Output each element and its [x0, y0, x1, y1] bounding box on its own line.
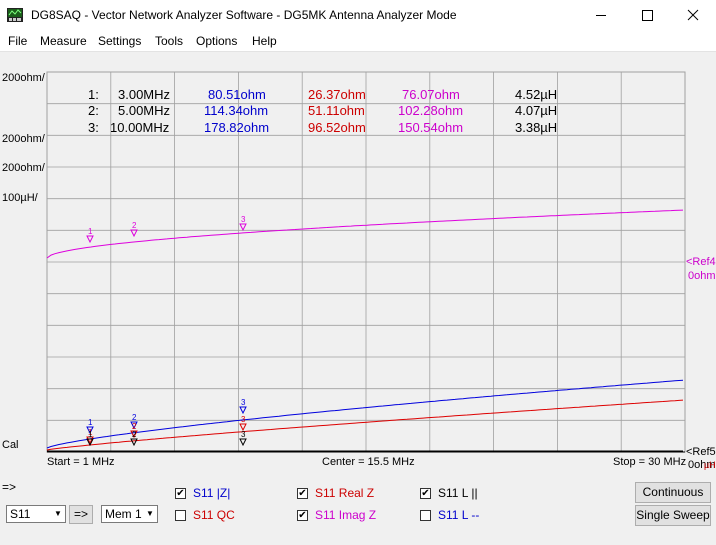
menu-help[interactable]: Help: [252, 34, 277, 48]
trace-l-series-label: S11 L --: [438, 508, 480, 522]
s-param-select[interactable]: S11 ▼: [6, 505, 66, 523]
stop-freq-label: Stop = 30 MHz: [613, 456, 687, 468]
marker-real-z: 96.52ohm: [308, 120, 366, 135]
ref4-value: 0ohm: [688, 270, 716, 282]
marker-tag: 2: [132, 413, 137, 422]
marker-freq: 3.00MHz: [118, 87, 171, 102]
trace-imag-z-label: S11 Imag Z: [315, 508, 377, 522]
memory-select[interactable]: Mem 1 ▼: [101, 505, 158, 523]
s-param-select-value: S11: [10, 507, 31, 521]
menu-bar: File Measure Settings Tools Options Help: [0, 31, 716, 52]
imag-scale-label: 200ohm/: [2, 162, 45, 174]
marker-row-1: 1: 3.00MHz 80.51ohm 26.37ohm 76.07ohm 4.…: [0, 87, 716, 103]
trace-l-series-checkbox[interactable]: [420, 510, 431, 521]
marker-imag-z: 150.54ohm: [398, 120, 464, 135]
memory-select-value: Mem 1: [105, 507, 142, 521]
marker-tag: 2: [132, 221, 137, 230]
marker-abs-z: 80.51ohm: [208, 87, 266, 102]
close-icon: [687, 9, 699, 21]
marker-id: 2:: [88, 103, 99, 118]
menu-options[interactable]: Options: [196, 34, 237, 48]
trace-abs-z-label: S11 |Z|: [193, 486, 231, 500]
trace-imag-z-checkbox[interactable]: ✔: [297, 510, 308, 521]
maximize-icon: [642, 10, 653, 21]
center-freq-label: Center = 15.5 MHz: [322, 456, 415, 468]
marker-tag: 1: [88, 227, 93, 236]
marker-tag: 3: [241, 398, 246, 407]
marker-tag: 1: [88, 418, 93, 427]
marker-id: 1:: [88, 87, 99, 102]
trace-l-parallel-label: S11 L ||: [438, 486, 478, 500]
menu-file[interactable]: File: [8, 34, 27, 48]
marker-freq: 10.00MHz: [110, 120, 170, 135]
ref5-unit: µH: [704, 460, 716, 470]
trace-l-parallel-checkbox[interactable]: ✔: [420, 488, 431, 499]
menu-measure[interactable]: Measure: [40, 34, 87, 48]
marker-l: 4.07µH: [515, 103, 558, 118]
marker-tag: 3: [241, 215, 246, 224]
ref5-label: <Ref5: [686, 446, 716, 458]
marker-real-z: 26.37ohm: [308, 87, 366, 102]
z-scale-label: 200ohm/: [2, 72, 45, 84]
marker-tag: 3: [241, 415, 246, 424]
trace-qc-checkbox[interactable]: [175, 510, 186, 521]
chevron-down-icon: ▼: [146, 509, 154, 518]
chevron-down-icon: ▼: [54, 509, 62, 518]
start-freq-label: Start = 1 MHz: [47, 456, 115, 468]
trace-real-z-label: S11 Real Z: [315, 486, 375, 500]
single-sweep-button[interactable]: Single Sweep: [635, 505, 711, 526]
marker-abs-z: 178.82ohm: [204, 120, 270, 135]
menu-tools[interactable]: Tools: [155, 34, 183, 48]
marker-tag: 3: [241, 430, 246, 439]
continuous-button[interactable]: Continuous: [635, 482, 711, 503]
marker-imag-z: 102.28ohm: [398, 103, 464, 118]
title-bar: DG8SAQ - Vector Network Analyzer Softwar…: [0, 0, 716, 31]
arrow-label: =>: [2, 480, 17, 494]
marker-id: 3:: [88, 120, 99, 135]
trace-real-z-checkbox[interactable]: ✔: [297, 488, 308, 499]
trace-abs-z-checkbox[interactable]: ✔: [175, 488, 186, 499]
marker-l: 3.38µH: [515, 120, 558, 135]
ref4-label: <Ref4: [686, 256, 716, 268]
marker-row-3: 3: 10.00MHz 178.82ohm 96.52ohm 150.54ohm…: [0, 120, 716, 136]
marker-abs-z: 114.34ohm: [204, 103, 269, 118]
cal-label: Cal: [2, 439, 19, 451]
minimize-icon: [596, 15, 606, 16]
marker-tag: 2: [132, 430, 137, 439]
marker-l: 4.52µH: [515, 87, 558, 102]
maximize-button[interactable]: [624, 0, 670, 31]
marker-imag-z: 76.07ohm: [402, 87, 460, 102]
minimize-button[interactable]: [578, 0, 624, 31]
marker-real-z: 51.11ohm: [308, 103, 365, 118]
close-button[interactable]: [670, 0, 716, 31]
trace-qc-label: S11 QC: [193, 508, 235, 522]
l-scale-label: 100µH/: [2, 192, 38, 204]
plot-area[interactable]: 123123123123 200ohm/ 200ohm/ 200ohm/ 100…: [0, 52, 716, 471]
marker-row-2: 2: 5.00MHz 114.34ohm 51.11ohm 102.28ohm …: [0, 103, 716, 119]
marker-tag: 1: [88, 430, 93, 439]
vna-app-icon: [7, 8, 23, 22]
marker-freq: 5.00MHz: [118, 103, 171, 118]
apply-arrow-button[interactable]: =>: [69, 505, 93, 524]
menu-settings[interactable]: Settings: [98, 34, 141, 48]
window-title: DG8SAQ - Vector Network Analyzer Softwar…: [31, 8, 457, 22]
